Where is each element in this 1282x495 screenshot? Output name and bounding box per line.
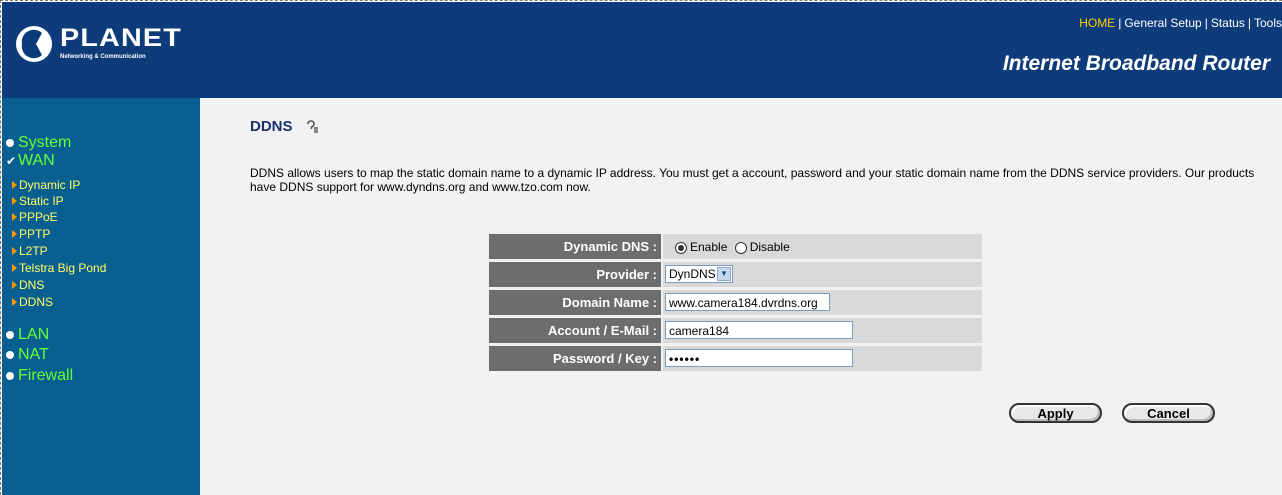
nav-status-link[interactable]: Status xyxy=(1211,16,1245,30)
arrow-right-icon xyxy=(12,197,17,205)
page-description: DDNS allows users to map the static doma… xyxy=(250,166,1255,194)
sidebar-item-label: WAN xyxy=(18,152,55,169)
product-title: Internet Broadband Router xyxy=(1002,52,1270,75)
nav-separator: | xyxy=(1204,16,1208,30)
password-value-cell: •••••• xyxy=(663,346,982,371)
sidebar: System ✔ WAN Dynamic IP Static IP PPPoE P… xyxy=(2,98,200,495)
nav-general-setup-link[interactable]: General Setup xyxy=(1124,16,1201,30)
arrow-right-icon xyxy=(12,281,17,289)
sidebar-subitem-pptp[interactable]: PPTP xyxy=(12,227,50,241)
logo-tagline: Networking & Communication xyxy=(60,54,146,60)
sidebar-item-label: LAN xyxy=(18,326,50,343)
form-row-account: Account / E-Mail : camera184 xyxy=(489,318,982,343)
sidebar-item-label: System xyxy=(18,134,72,151)
sidebar-item-nat[interactable]: NAT xyxy=(6,346,49,364)
account-value-cell: camera184 xyxy=(663,318,982,343)
sidebar-subitem-ddns[interactable]: DDNS xyxy=(12,295,53,309)
sidebar-item-firewall[interactable]: Firewall xyxy=(6,367,73,385)
form-row-domain-name: Domain Name : www.camera184.dvrdns.org xyxy=(489,290,982,315)
sidebar-item-label: Firewall xyxy=(18,367,74,384)
nav-separator: | xyxy=(1247,16,1251,30)
provider-label: Provider : xyxy=(489,262,661,287)
dynamic-dns-label: Dynamic DNS : xyxy=(489,234,661,259)
arrow-right-icon xyxy=(12,181,17,189)
domain-name-value-cell: www.camera184.dvrdns.org xyxy=(663,290,982,315)
main-content: DDNS DDNS allows users to map the static… xyxy=(200,98,1282,495)
sidebar-subitem-telstra-big-pond[interactable]: Telstra Big Pond xyxy=(12,261,106,275)
logo-text: PLANET xyxy=(60,24,182,52)
sidebar-item-system[interactable]: System xyxy=(6,134,71,152)
provider-selected-value: DynDNS xyxy=(669,267,716,281)
bullet-icon xyxy=(6,139,14,147)
nav-tools-link[interactable]: Tools xyxy=(1254,16,1282,30)
header: PLANET Networking & Communication HOME | G… xyxy=(2,2,1282,98)
enable-label: Enable xyxy=(690,240,728,254)
dynamic-dns-value-cell: Enable Disable xyxy=(663,234,982,259)
sidebar-subitem-dns[interactable]: DNS xyxy=(12,278,44,292)
domain-name-label: Domain Name : xyxy=(489,290,661,315)
sidebar-subitem-static-ip[interactable]: Static IP xyxy=(12,194,64,208)
sidebar-subitem-pppoe[interactable]: PPPoE xyxy=(12,210,58,224)
dynamic-dns-radio-group: Enable Disable xyxy=(675,240,794,254)
sidebar-subitem-label: L2TP xyxy=(19,244,48,258)
arrow-right-icon xyxy=(12,230,17,238)
sidebar-subitem-label: PPPoE xyxy=(19,210,58,224)
sidebar-subitem-label: Static IP xyxy=(19,194,64,208)
sidebar-subitem-l2tp[interactable]: L2TP xyxy=(12,244,48,258)
sidebar-subitem-label: Telstra Big Pond xyxy=(19,261,107,275)
bullet-icon xyxy=(6,372,14,380)
sidebar-subitem-label: DDNS xyxy=(19,295,54,309)
cancel-button[interactable]: Cancel xyxy=(1122,403,1215,423)
form-row-password: Password / Key : •••••• xyxy=(489,346,982,371)
arrow-right-icon xyxy=(12,247,17,255)
disable-label: Disable xyxy=(749,240,790,254)
nav-home-link[interactable]: HOME xyxy=(1079,16,1115,30)
sidebar-item-wan[interactable]: ✔ WAN xyxy=(6,152,55,170)
password-input[interactable]: •••••• xyxy=(665,349,853,367)
account-input[interactable]: camera184 xyxy=(665,321,853,339)
arrow-right-icon xyxy=(12,264,17,272)
top-navigation: HOME | General Setup | Status | Tools xyxy=(1079,16,1282,30)
page-title: DDNS xyxy=(250,118,293,135)
sidebar-subitem-label: Dynamic IP xyxy=(19,178,81,192)
form-row-dynamic-dns: Dynamic DNS : Enable Disable xyxy=(489,234,982,259)
sidebar-item-label: NAT xyxy=(18,346,49,363)
checkmark-icon: ✔ xyxy=(6,154,17,168)
domain-name-input[interactable]: www.camera184.dvrdns.org xyxy=(665,293,830,311)
sidebar-subitem-label: DNS xyxy=(19,278,45,292)
bullet-icon xyxy=(6,331,14,339)
apply-button[interactable]: Apply xyxy=(1009,403,1102,423)
bullet-icon xyxy=(6,351,14,359)
sidebar-item-lan[interactable]: LAN xyxy=(6,326,49,344)
globe-logo-icon xyxy=(16,26,52,62)
sidebar-subitem-dynamic-ip[interactable]: Dynamic IP xyxy=(12,178,80,192)
chevron-down-icon[interactable]: ▼ xyxy=(717,267,731,281)
enable-radio[interactable] xyxy=(675,241,687,254)
planet-logo[interactable]: PLANET Networking & Communication xyxy=(14,24,181,70)
sidebar-subitem-label: PPTP xyxy=(19,227,51,241)
arrow-right-icon xyxy=(12,298,17,306)
help-icon[interactable] xyxy=(305,120,319,134)
provider-select[interactable]: DynDNS ▼ xyxy=(665,265,733,283)
account-label: Account / E-Mail : xyxy=(489,318,661,343)
provider-value-cell: DynDNS ▼ xyxy=(663,262,982,287)
disable-radio[interactable] xyxy=(734,241,747,254)
arrow-right-icon xyxy=(12,213,17,221)
password-label: Password / Key : xyxy=(489,346,661,371)
form-row-provider: Provider : DynDNS ▼ xyxy=(489,262,982,287)
nav-separator: | xyxy=(1118,16,1122,30)
